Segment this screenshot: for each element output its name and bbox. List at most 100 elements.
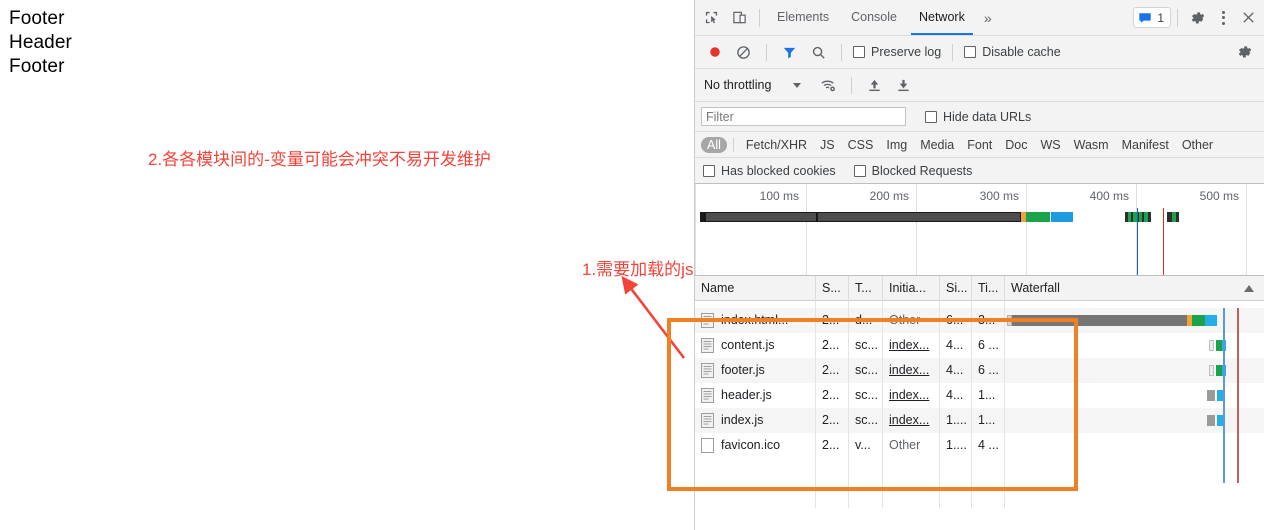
sort-ascending-icon[interactable] [1234, 276, 1264, 301]
table-row[interactable]: index.html... 2... d... Other 6... 3... [695, 308, 1264, 333]
overview-load-line [1163, 208, 1164, 275]
overview-tick-500ms: 500 ms [1199, 189, 1239, 203]
throttling-value: No throttling [704, 78, 772, 92]
filter-row: Hide data URLs [695, 102, 1264, 132]
overview-tick-100ms: 100 ms [759, 189, 799, 203]
wifi-settings-icon[interactable] [815, 73, 842, 98]
has-blocked-cookies-checkbox[interactable]: Has blocked cookies [701, 164, 838, 178]
request-status: 2... [816, 358, 849, 383]
type-filter-other[interactable]: Other [1176, 137, 1219, 153]
network-overview-timeline[interactable]: 100 ms 200 ms 300 ms 400 ms 500 ms [695, 184, 1264, 276]
column-header-status[interactable]: S... [816, 276, 849, 301]
table-row[interactable]: favicon.ico 2... v... Other 1.... 4 ... [695, 433, 1264, 458]
type-filter-ws[interactable]: WS [1034, 137, 1066, 153]
clear-button[interactable] [730, 40, 757, 65]
table-row[interactable]: header.js 2... sc... index... 4... 1... [695, 383, 1264, 408]
type-filter-doc[interactable]: Doc [999, 137, 1033, 153]
type-filter-manifest[interactable]: Manifest [1116, 137, 1175, 153]
tabbar-divider [759, 8, 760, 27]
script-icon [701, 338, 714, 353]
request-time: 3... [972, 308, 1005, 333]
request-size: 4... [940, 358, 972, 383]
request-initiator: Other [883, 308, 940, 333]
close-icon[interactable] [1234, 4, 1262, 32]
column-header-waterfall[interactable]: Waterfall [1005, 276, 1234, 301]
request-initiator[interactable]: index... [883, 383, 940, 408]
request-name: footer.js [721, 363, 765, 377]
device-toolbar-icon[interactable] [725, 4, 753, 32]
column-header-time[interactable]: Ti... [972, 276, 1005, 301]
import-har-icon[interactable] [861, 73, 888, 98]
disable-cache-checkbox[interactable]: Disable cache [962, 45, 1063, 59]
tab-console[interactable]: Console [840, 0, 908, 35]
export-har-icon[interactable] [890, 73, 917, 98]
request-name: favicon.ico [721, 438, 781, 452]
column-header-initiator[interactable]: Initia... [883, 276, 940, 301]
hide-data-urls-checkbox[interactable]: Hide data URLs [923, 110, 1033, 124]
request-waterfall [1005, 408, 1264, 433]
column-header-size[interactable]: Si... [940, 276, 972, 301]
overview-dcl-line [1137, 208, 1138, 275]
request-initiator[interactable]: index... [883, 358, 940, 383]
request-type: sc... [849, 333, 883, 358]
overview-request-bars [695, 210, 1264, 224]
blocked-requests-checkbox[interactable]: Blocked Requests [852, 164, 975, 178]
messages-badge[interactable]: 1 [1133, 7, 1171, 28]
more-tabs-icon[interactable]: » [976, 10, 1000, 26]
type-filter-font[interactable]: Font [961, 137, 998, 153]
hide-data-urls-box [925, 110, 937, 123]
table-row[interactable]: index.js 2... sc... index... 1.... 1... [695, 408, 1264, 433]
script-icon [701, 363, 714, 378]
request-status: 2... [816, 408, 849, 433]
request-name: content.js [721, 338, 775, 352]
devtools-tabbar: Elements Console Network » 1 [695, 0, 1264, 36]
request-waterfall [1005, 358, 1264, 383]
toolbar-divider-3 [952, 43, 954, 61]
table-body: index.html... 2... d... Other 6... 3... [695, 301, 1264, 530]
column-header-type[interactable]: T... [849, 276, 883, 301]
page-line-footer-bottom: Footer [9, 56, 65, 77]
gear-icon[interactable] [1184, 4, 1212, 32]
request-initiator[interactable]: index... [883, 408, 940, 433]
network-toolbar: Preserve log Disable cache [695, 36, 1264, 69]
record-button[interactable] [701, 40, 728, 65]
filter-button[interactable] [776, 40, 803, 65]
inspect-element-icon[interactable] [697, 4, 725, 32]
search-button[interactable] [805, 40, 832, 65]
table-spacer-row [695, 301, 1264, 308]
messages-count: 1 [1157, 10, 1164, 25]
annotation-arrow-icon [621, 275, 686, 359]
table-row[interactable]: footer.js 2... sc... index... 4... 6 ... [695, 358, 1264, 383]
type-filter-css[interactable]: CSS [842, 137, 880, 153]
request-initiator[interactable]: index... [883, 333, 940, 358]
table-row[interactable]: content.js 2... sc... index... 4... 6 ..… [695, 333, 1264, 358]
type-filter-media[interactable]: Media [914, 137, 960, 153]
request-waterfall [1005, 333, 1264, 358]
kebab-menu-icon[interactable] [1212, 10, 1234, 25]
tabbar-divider-2 [1177, 8, 1178, 27]
request-waterfall [1005, 433, 1264, 458]
type-filter-all[interactable]: All [701, 136, 727, 153]
request-size: 1.... [940, 433, 972, 458]
throttling-select[interactable]: No throttling [701, 78, 771, 92]
chevron-down-icon[interactable] [793, 82, 802, 88]
network-settings-gear-icon[interactable] [1231, 40, 1258, 65]
request-status: 2... [816, 383, 849, 408]
hide-data-urls-label: Hide data URLs [943, 109, 1032, 124]
type-filter-img[interactable]: Img [880, 137, 913, 153]
preserve-log-box [853, 46, 865, 58]
request-size: 4... [940, 333, 972, 358]
type-filter-wasm[interactable]: Wasm [1068, 137, 1115, 153]
request-waterfall [1005, 308, 1264, 333]
toolbar-divider-2 [841, 43, 842, 61]
column-header-name[interactable]: Name [695, 276, 816, 301]
request-name: index.js [721, 413, 764, 427]
filter-input[interactable] [701, 107, 906, 126]
type-filter-fetch-xhr[interactable]: Fetch/XHR [740, 137, 813, 153]
preserve-log-checkbox[interactable]: Preserve log [851, 45, 943, 59]
resource-type-filters: All Fetch/XHR JS CSS Img Media Font Doc … [695, 132, 1264, 158]
tab-elements[interactable]: Elements [766, 0, 840, 35]
type-filter-js[interactable]: JS [814, 137, 841, 153]
tab-network[interactable]: Network [908, 0, 976, 35]
request-type: v... [849, 433, 883, 458]
